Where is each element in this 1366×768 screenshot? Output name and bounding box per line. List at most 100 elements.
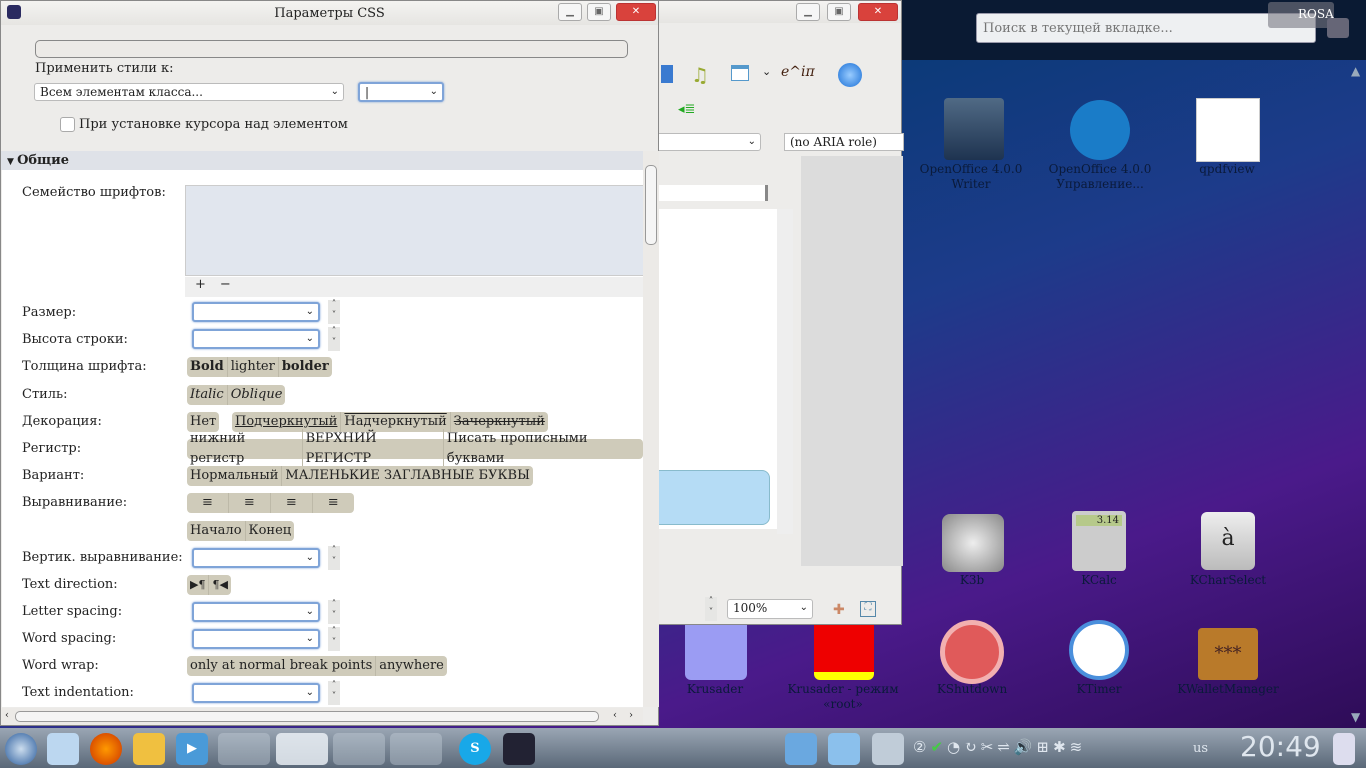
firefox-icon[interactable] bbox=[90, 733, 122, 765]
variant-small-caps[interactable]: МАЛЕНЬКИЕ ЗАГЛАВНЫЕ БУКВЫ bbox=[282, 466, 533, 486]
wrap-normal[interactable]: only at normal break points bbox=[187, 656, 377, 676]
case-lower[interactable]: нижний регистр bbox=[187, 429, 303, 469]
user-menu[interactable]: ROSA bbox=[1268, 2, 1334, 28]
hscroll-thumb[interactable] bbox=[15, 711, 599, 722]
trash-icon[interactable] bbox=[1333, 733, 1355, 765]
font-family-list[interactable] bbox=[185, 185, 643, 276]
task-window-3[interactable] bbox=[333, 733, 385, 765]
style-italic[interactable]: Italic bbox=[187, 385, 228, 405]
krusader-root-icon bbox=[814, 625, 874, 680]
file-manager-icon[interactable] bbox=[47, 733, 79, 765]
zoom-spinner[interactable]: ˄ ˅ bbox=[705, 597, 717, 621]
minimize-button[interactable]: ▁ bbox=[796, 3, 820, 21]
close-button[interactable]: ✕ bbox=[858, 3, 898, 21]
kwallet-icon: *** bbox=[1198, 628, 1258, 680]
word-spacing-spinner[interactable]: ˄ ˅ bbox=[328, 627, 340, 651]
letter-spacing-spinner[interactable]: ˄ ˅ bbox=[328, 600, 340, 624]
direction-ltr[interactable]: ▶¶ bbox=[187, 575, 210, 595]
valign-select[interactable]: ⌄ bbox=[192, 548, 320, 568]
back-combo[interactable]: ⌄ bbox=[641, 133, 761, 151]
close-button[interactable]: ✕ bbox=[616, 3, 656, 21]
size-select[interactable]: ⌄ bbox=[192, 302, 320, 322]
direction-rtl[interactable]: ¶◀ bbox=[209, 575, 230, 595]
back-scrollbar[interactable] bbox=[777, 209, 793, 534]
direction-label: Text direction: bbox=[22, 577, 118, 592]
start-end-options: Начало Конец bbox=[187, 521, 295, 541]
weight-lighter[interactable]: lighter bbox=[228, 357, 279, 377]
start-menu-icon[interactable] bbox=[5, 733, 37, 765]
settings-icon[interactable] bbox=[1327, 18, 1349, 38]
vertical-scrollbar[interactable] bbox=[643, 151, 659, 707]
app-label: Krusader bbox=[686, 682, 744, 696]
formula-button[interactable]: e^iπ bbox=[781, 64, 815, 80]
remove-font-button[interactable]: − bbox=[220, 277, 231, 292]
task-window-1[interactable] bbox=[218, 733, 270, 765]
maximize-button[interactable]: ▣ bbox=[827, 3, 851, 21]
zoom-select[interactable]: 100% ⌄ bbox=[727, 599, 813, 619]
indent-select[interactable]: ⌄ bbox=[192, 683, 320, 703]
variant-options: Нормальный МАЛЕНЬКИЕ ЗАГЛАВНЫЕ БУКВЫ bbox=[187, 466, 533, 486]
dropdown-chevron-icon[interactable]: ⌄ bbox=[762, 65, 771, 78]
case-upper[interactable]: ВЕРХНИЙ РЕГИСТР bbox=[303, 429, 444, 469]
aria-role-select[interactable]: (no ARIA role) bbox=[784, 133, 904, 151]
desktop-search-input[interactable] bbox=[976, 13, 1316, 43]
scroll-up-icon[interactable]: ▲ bbox=[1351, 64, 1360, 78]
clock[interactable]: 20:49 bbox=[1240, 730, 1321, 763]
indent-icon[interactable]: ◂≣ bbox=[678, 102, 695, 117]
decoration-label: Декорация: bbox=[22, 414, 102, 429]
variant-normal[interactable]: Нормальный bbox=[187, 466, 283, 486]
scroll-down-icon[interactable]: ▼ bbox=[1351, 710, 1360, 724]
system-settings-icon[interactable] bbox=[872, 733, 904, 765]
desktop-grid-icon[interactable] bbox=[828, 733, 860, 765]
section-header-general[interactable]: ▼ Общие bbox=[1, 151, 643, 170]
keyboard-layout[interactable]: us bbox=[1193, 741, 1208, 756]
weight-bolder[interactable]: bolder bbox=[279, 357, 332, 377]
kde-app-icon[interactable] bbox=[503, 733, 535, 765]
downloads-icon[interactable] bbox=[785, 733, 817, 765]
valign-spinner[interactable]: ˄ ˅ bbox=[328, 546, 340, 570]
window-icon[interactable] bbox=[731, 65, 749, 81]
line-height-select[interactable]: ⌄ bbox=[192, 329, 320, 349]
globe-icon[interactable] bbox=[838, 63, 862, 87]
align-start[interactable]: Начало bbox=[187, 521, 246, 541]
scrollbar-thumb[interactable] bbox=[645, 165, 657, 245]
skype-icon[interactable]: S bbox=[459, 733, 491, 765]
fullscreen-icon[interactable]: ⛶ bbox=[860, 601, 876, 617]
minimize-button[interactable]: ▁ bbox=[558, 3, 582, 21]
align-right-icon[interactable]: ≡ bbox=[271, 493, 313, 513]
maximize-button[interactable]: ▣ bbox=[587, 3, 611, 21]
extension-icon[interactable]: ✚ bbox=[833, 602, 845, 618]
app-label: KWalletManager bbox=[1177, 682, 1279, 696]
section-title: Общие bbox=[17, 153, 70, 168]
line-height-spinner[interactable]: ˄ ˅ bbox=[328, 327, 340, 351]
app-label: qpdfview bbox=[1199, 162, 1255, 176]
hover-checkbox[interactable] bbox=[60, 117, 75, 132]
selector-field[interactable] bbox=[35, 40, 628, 58]
back-input[interactable] bbox=[641, 185, 768, 201]
music-icon[interactable]: ♫ bbox=[691, 63, 709, 87]
tray-icons[interactable]: ②✔◔↻✂⇌🔊⊞✱≋ bbox=[913, 738, 1086, 756]
task-window-4[interactable] bbox=[390, 733, 442, 765]
media-player-icon[interactable]: ▶ bbox=[176, 733, 208, 765]
case-capitalize[interactable]: Писать прописными буквами bbox=[444, 429, 643, 469]
apply-select[interactable]: Всем элементам класса... ⌄ bbox=[34, 83, 344, 101]
horizontal-scrollbar[interactable]: ‹ ‹ › bbox=[1, 708, 643, 725]
weight-bold[interactable]: Bold bbox=[187, 357, 228, 377]
wrap-anywhere[interactable]: anywhere bbox=[376, 656, 447, 676]
word-spacing-select[interactable]: ⌄ bbox=[192, 629, 320, 649]
mail-icon[interactable] bbox=[133, 733, 165, 765]
class-select[interactable]: | ⌄ bbox=[358, 82, 444, 102]
letter-spacing-select[interactable]: ⌄ bbox=[192, 602, 320, 622]
video-icon[interactable] bbox=[661, 65, 673, 83]
style-oblique[interactable]: Oblique bbox=[228, 385, 286, 405]
task-window-2[interactable] bbox=[276, 733, 328, 765]
align-options: ≡ ≡ ≡ ≡ bbox=[187, 493, 354, 513]
align-center-icon[interactable]: ≡ bbox=[229, 493, 271, 513]
add-font-button[interactable]: + bbox=[195, 277, 206, 292]
align-justify-icon[interactable]: ≡ bbox=[313, 493, 354, 513]
align-left-icon[interactable]: ≡ bbox=[187, 493, 229, 513]
align-end[interactable]: Конец bbox=[246, 521, 295, 541]
size-spinner[interactable]: ˄ ˅ bbox=[328, 300, 340, 324]
kshutdown-icon bbox=[940, 620, 1004, 684]
indent-spinner[interactable]: ˄ ˅ bbox=[328, 681, 340, 705]
